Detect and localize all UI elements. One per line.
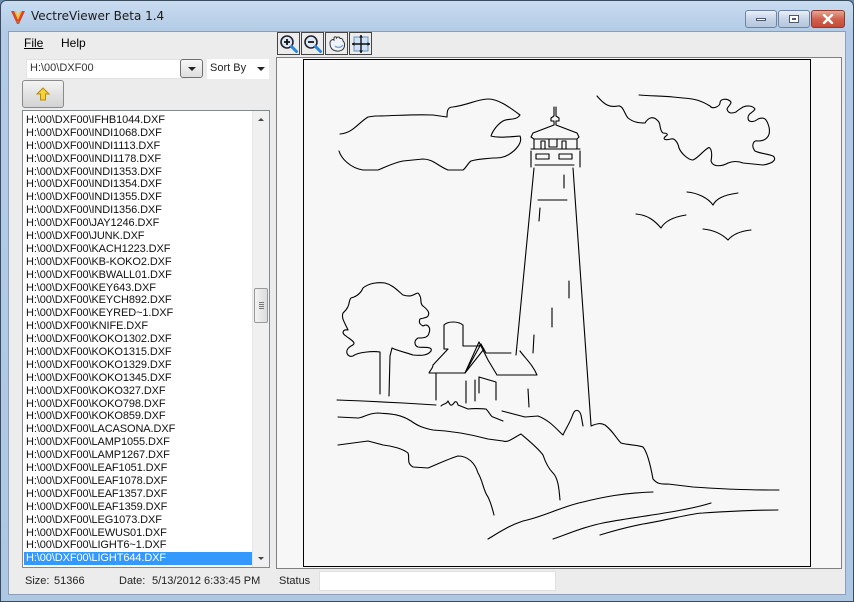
client-area: File Help H:\00\DXF00 Sort By H:\00\DXF0… (8, 31, 846, 595)
bird (635, 213, 687, 229)
file-list-item[interactable]: H:\00\DXF00\LEWUS01.DXF (24, 527, 253, 540)
file-list-item[interactable]: H:\00\DXF00\KB-KOKO2.DXF (24, 256, 253, 269)
file-list-item[interactable]: H:\00\DXF00\KEYCH892.DXF (24, 294, 253, 307)
file-list[interactable]: H:\00\DXF00\IFHB1044.DXF H:\00\DXF00\INDI… (22, 110, 270, 568)
chevron-up-icon (258, 118, 264, 121)
status-label: Status (279, 575, 311, 587)
zoom-in-icon (279, 34, 298, 53)
chevron-down-icon (257, 67, 265, 71)
maximize-icon (789, 15, 799, 23)
size-label: Size: (25, 575, 50, 587)
file-list-item[interactable]: H:\00\DXF00\LAMP1055.DXF (24, 436, 253, 449)
file-list-items: H:\00\DXF00\IFHB1044.DXF H:\00\DXF00\INDI… (24, 114, 253, 566)
close-button[interactable] (811, 10, 845, 28)
file-list-item[interactable]: H:\00\DXF00\INDI1353.DXF (24, 166, 253, 179)
lighthouse-tower (515, 167, 535, 356)
file-list-item[interactable]: H:\00\DXF00\INDI1355.DXF (24, 191, 253, 204)
file-list-item[interactable]: H:\00\DXF00\KOKO1345.DXF (24, 372, 253, 385)
file-list-item[interactable]: H:\00\DXF00\KBWALL01.DXF (24, 269, 253, 282)
date-label: Date: (119, 575, 146, 587)
file-list-item[interactable]: H:\00\DXF00\KOKO1329.DXF (24, 359, 253, 372)
file-list-item[interactable]: H:\00\DXF00\JAY1246.DXF (24, 217, 253, 230)
bird (686, 191, 739, 206)
hand-icon (328, 35, 345, 52)
up-folder-button[interactable] (22, 80, 64, 108)
file-list-item[interactable]: H:\00\DXF00\KEYRED~1.DXF (24, 307, 253, 320)
file-list-item[interactable]: H:\00\DXF00\LIGHT644.DXF (24, 552, 253, 566)
date-value: 5/13/2012 6:33:45 PM (152, 575, 261, 587)
minimize-button[interactable] (745, 10, 777, 28)
fit-to-window-button[interactable] (349, 32, 372, 55)
cloud-right (596, 94, 776, 167)
chevron-down-icon (187, 66, 196, 71)
file-list-item[interactable]: H:\00\DXF00\INDI1068.DXF (24, 127, 253, 140)
close-icon (822, 14, 834, 24)
file-list-item[interactable]: H:\00\DXF00\LEAF1359.DXF (24, 501, 253, 514)
file-list-item[interactable]: H:\00\DXF00\LIGHT6~1.DXF (24, 539, 253, 552)
file-list-item[interactable]: H:\00\DXF00\LAMP1267.DXF (24, 449, 253, 462)
chevron-down-icon (258, 557, 264, 560)
up-arrow-icon (36, 87, 50, 101)
menu-file[interactable]: File (24, 36, 43, 50)
scroll-up-button[interactable] (253, 111, 269, 128)
file-list-item[interactable]: H:\00\DXF00\KOKO1302.DXF (24, 333, 253, 346)
file-list-item[interactable]: H:\00\DXF00\INDI1354.DXF (24, 178, 253, 191)
file-list-item[interactable]: H:\00\DXF00\KOKO1315.DXF (24, 346, 253, 359)
file-list-item[interactable]: H:\00\DXF00\INDI1356.DXF (24, 204, 253, 217)
wave (487, 491, 654, 540)
lighthouse-drawing (336, 94, 780, 540)
tree (341, 282, 432, 397)
wave (552, 502, 712, 540)
file-list-item[interactable]: H:\00\DXF00\JUNK.DXF (24, 230, 253, 243)
path-dropdown-button[interactable] (180, 59, 203, 78)
size-value: 51366 (54, 575, 85, 587)
wave (599, 509, 779, 536)
grip-icon (259, 302, 264, 309)
vectreviewer-logo-icon (11, 11, 25, 24)
file-list-item[interactable]: H:\00\DXF00\INDI1113.DXF (24, 140, 253, 153)
file-list-scrollbar[interactable] (252, 111, 269, 567)
app-window: VectreViewer Beta 1.4 File Help H:\00\DX… (0, 0, 854, 602)
zoom-in-button[interactable] (277, 32, 300, 55)
menu-bar: File Help (9, 32, 271, 54)
file-list-item[interactable]: H:\00\DXF00\IFHB1044.DXF (24, 114, 253, 127)
cloud-left (338, 98, 522, 171)
lighthouse-spire (550, 106, 555, 126)
file-list-item[interactable]: H:\00\DXF00\KOKO798.DXF (24, 398, 253, 411)
file-list-item[interactable]: H:\00\DXF00\LEAF1051.DXF (24, 462, 253, 475)
zoom-out-button[interactable] (301, 32, 324, 55)
path-input[interactable]: H:\00\DXF00 (26, 59, 186, 79)
maximize-button[interactable] (778, 10, 810, 28)
fit-to-window-icon (351, 34, 370, 53)
file-list-item[interactable]: H:\00\DXF00\LEAF1078.DXF (24, 475, 253, 488)
file-list-item[interactable]: H:\00\DXF00\KOKO327.DXF (24, 385, 253, 398)
title-bar[interactable]: VectreViewer Beta 1.4 (1, 1, 853, 31)
lighthouse-tower (572, 167, 592, 426)
zoom-out-icon (303, 34, 322, 53)
file-list-item[interactable]: H:\00\DXF00\LEAF1357.DXF (24, 488, 253, 501)
file-list-item[interactable]: H:\00\DXF00\KNIFE.DXF (24, 320, 253, 333)
lighthouse-roof (530, 124, 580, 140)
pan-button[interactable] (325, 32, 348, 55)
file-list-item[interactable]: H:\00\DXF00\KEY643.DXF (24, 282, 253, 295)
lighthouse-spire (555, 106, 560, 126)
menu-help[interactable]: Help (61, 36, 86, 50)
ground (336, 399, 437, 406)
file-list-item[interactable]: H:\00\DXF00\LEG1073.DXF (24, 514, 253, 527)
file-list-item[interactable]: H:\00\DXF00\LACASONA.DXF (24, 423, 253, 436)
scroll-thumb[interactable] (254, 288, 268, 323)
file-list-item[interactable]: H:\00\DXF00\INDI1178.DXF (24, 153, 253, 166)
file-list-item[interactable]: H:\00\DXF00\KOKO859.DXF (24, 410, 253, 423)
scroll-down-button[interactable] (253, 550, 269, 567)
viewer-toolbar (277, 32, 372, 56)
minimize-icon (756, 17, 766, 21)
status-field (319, 571, 556, 591)
bird (702, 228, 752, 241)
sort-by-select[interactable]: Sort By (207, 59, 269, 79)
window-title: VectreViewer Beta 1.4 (31, 9, 165, 23)
file-list-item[interactable]: H:\00\DXF00\KACH1223.DXF (24, 243, 253, 256)
drawing-viewer[interactable] (276, 57, 842, 569)
